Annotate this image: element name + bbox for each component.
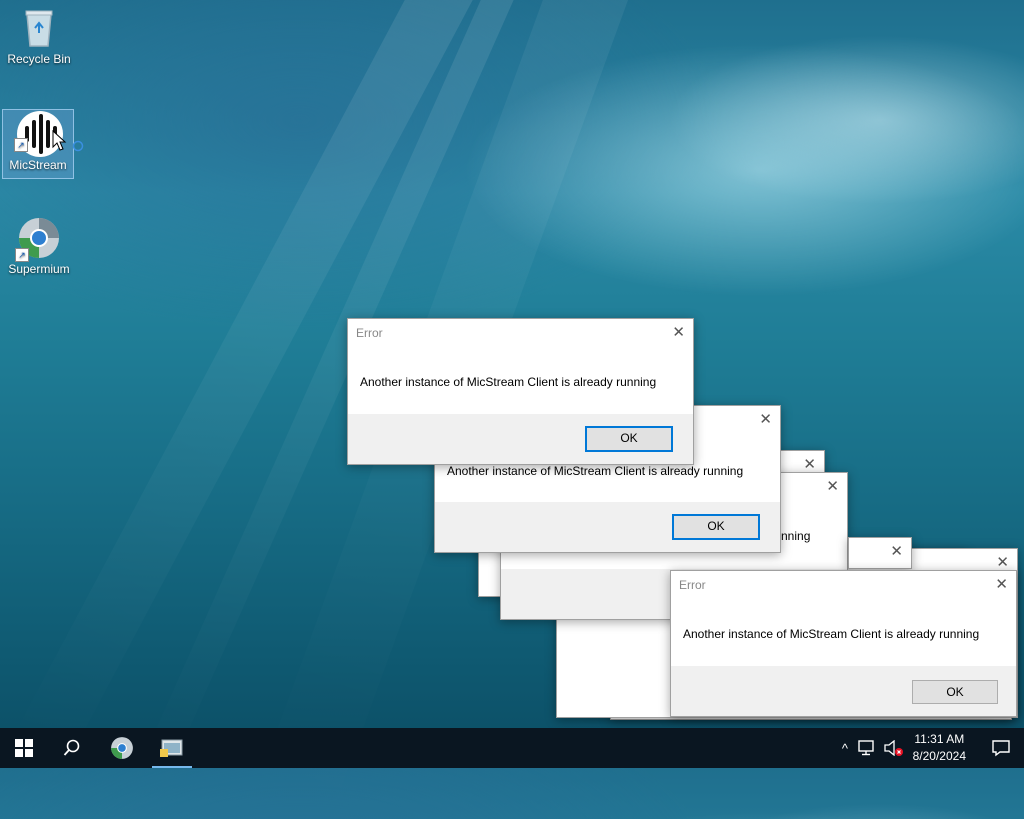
error-dialog-stacked: ✕: [848, 537, 912, 569]
taskbar-supermium-button[interactable]: [98, 728, 146, 768]
clock-time: 11:31 AM: [914, 732, 965, 746]
clock-date: 8/20/2024: [912, 749, 966, 763]
dialog-message: Another instance of MicStream Client is …: [360, 375, 657, 389]
taskbar-file-explorer-button[interactable]: [148, 728, 196, 768]
dialog-message: Another instance of MicStream Client is …: [447, 464, 744, 478]
desktop-icon-label: MicStream: [9, 158, 67, 172]
file-explorer-icon: [160, 739, 183, 757]
error-dialog: Error ✕ Another instance of MicStream Cl…: [347, 318, 694, 465]
shortcut-arrow-icon: ↗: [14, 138, 28, 152]
taskbar-clock[interactable]: 11:31 AM 8/20/2024: [913, 731, 966, 765]
close-icon[interactable]: ✕: [995, 575, 1008, 593]
error-dialog: Error ✕ Another instance of MicStream Cl…: [670, 570, 1017, 717]
start-button[interactable]: [0, 728, 48, 768]
supermium-icon: ↗: [15, 216, 61, 262]
action-center-button[interactable]: [978, 728, 1024, 768]
taskbar: ^ 11:31 AM 8/20/2024: [0, 728, 1024, 768]
dialog-footer: OK: [435, 502, 780, 552]
dialog-message: nning: [781, 529, 811, 543]
desktop-icon-label: Recycle Bin: [7, 52, 71, 66]
close-icon[interactable]: ✕: [759, 410, 772, 428]
mouse-cursor-icon: [52, 130, 67, 151]
ok-button[interactable]: OK: [672, 514, 760, 540]
ok-button[interactable]: OK: [912, 680, 998, 704]
busy-spinner-icon: [72, 140, 84, 152]
close-icon[interactable]: ✕: [890, 542, 903, 560]
desktop-icon-label: Supermium: [8, 262, 70, 276]
close-icon[interactable]: ✕: [672, 323, 685, 341]
volume-muted-icon[interactable]: [884, 740, 904, 756]
tray-chevron-icon[interactable]: ^: [842, 741, 848, 756]
desktop-icon-micstream[interactable]: ↗ MicStream: [2, 109, 84, 179]
system-tray: ^: [842, 728, 904, 768]
micstream-icon: ↗: [14, 110, 84, 157]
windows-start-icon: [15, 739, 33, 757]
dialog-footer: OK: [348, 414, 693, 464]
search-icon: [63, 739, 80, 756]
dialog-footer: OK: [671, 666, 1016, 716]
dialog-title: Error: [679, 578, 706, 592]
notification-icon: [992, 740, 1010, 757]
dialog-message: Another instance of MicStream Client is …: [683, 627, 980, 641]
search-button[interactable]: [48, 728, 96, 768]
dialog-title: Error: [356, 326, 383, 340]
ok-button[interactable]: OK: [585, 426, 673, 452]
shortcut-arrow-icon: ↗: [15, 248, 29, 262]
network-icon[interactable]: [858, 740, 876, 756]
close-icon[interactable]: ✕: [803, 455, 816, 473]
close-icon[interactable]: ✕: [996, 553, 1009, 571]
recycle-bin-icon: [17, 6, 61, 50]
close-icon[interactable]: ✕: [826, 477, 839, 495]
desktop-icon-recycle-bin[interactable]: Recycle Bin: [4, 6, 74, 74]
supermium-icon: [111, 737, 133, 759]
desktop-icon-supermium[interactable]: ↗ Supermium: [4, 216, 74, 284]
